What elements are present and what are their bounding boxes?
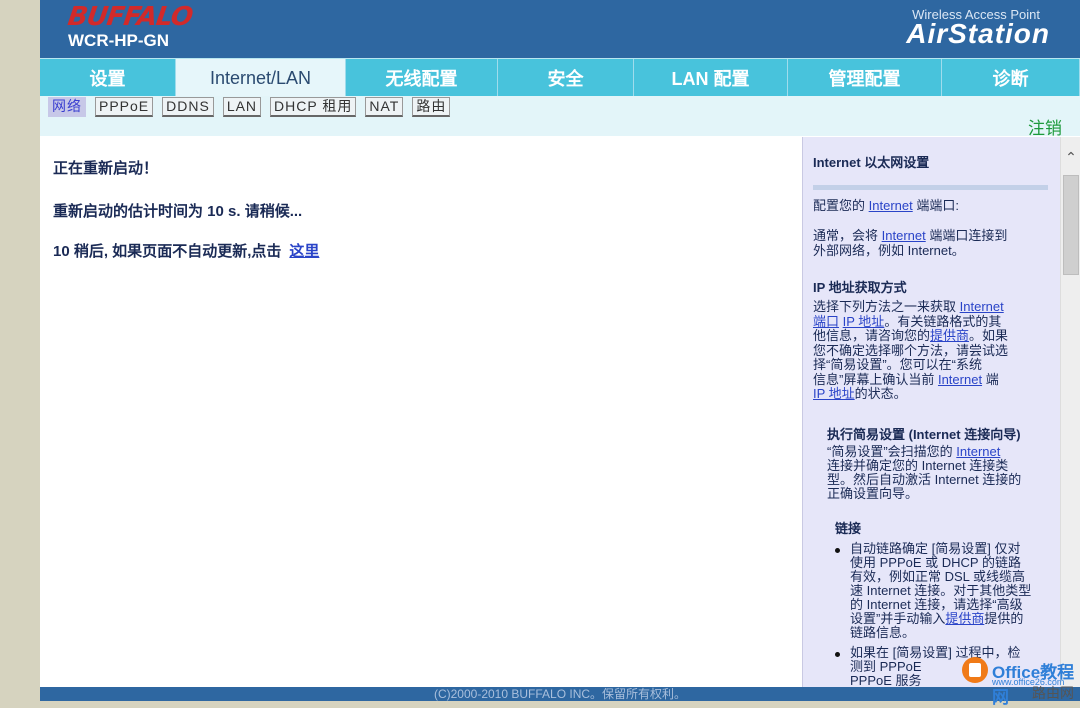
refresh-hint-text: 10 稍后, 如果页面不自动更新,点击 <box>53 243 282 260</box>
help-para-easy-setup: “简易设置”会扫描您的 Internet 连接并确定您的 Internet 连接… <box>827 444 1022 501</box>
subtab-pppoe[interactable]: PPPoE <box>95 97 154 117</box>
help-link-provider[interactable]: 提供商 <box>945 611 984 626</box>
subtab-dhcp-lease[interactable]: DHCP 租用 <box>270 97 357 117</box>
help-link-internet[interactable]: Internet <box>938 372 982 387</box>
subtab-routing[interactable]: 路由 <box>412 97 451 117</box>
scroll-thumb[interactable] <box>1063 175 1079 275</box>
help-link-provider[interactable]: 提供商 <box>930 328 969 343</box>
help-bullet-1: 自动链路确定 [简易设置] 仅对 使用 PPPoE 或 DHCP 的链路 有效，… <box>850 541 1032 640</box>
subtab-lan[interactable]: LAN <box>222 97 262 117</box>
tab-internet-lan[interactable]: Internet/LAN <box>176 59 346 97</box>
help-link-port[interactable]: 端口 <box>813 314 839 329</box>
help-divider <box>813 185 1048 190</box>
subtab-ddns[interactable]: DDNS <box>162 97 214 117</box>
logout-link[interactable]: 注销 <box>1028 114 1062 139</box>
restart-estimate: 重新启动的估计时间为 10 s. 请稍候... <box>53 203 303 220</box>
scroll-up-icon[interactable]: ⌃ <box>1061 149 1080 167</box>
product-logo: AirStation <box>906 18 1050 49</box>
refresh-link[interactable]: 这里 <box>289 243 319 260</box>
help-link-internet[interactable]: Internet <box>869 198 913 213</box>
help-link-internet[interactable]: Internet <box>882 228 926 243</box>
main-nav: 设置 Internet/LAN 无线配置 安全 LAN 配置 管理配置 诊断 <box>40 58 1080 97</box>
restart-message: 正在重新启动！ <box>53 160 159 177</box>
help-link-internet[interactable]: Internet <box>956 444 1000 459</box>
tab-wireless[interactable]: 无线配置 <box>346 59 498 97</box>
router-page: BUFFALO WCR-HP-GN Wireless Access Point … <box>40 0 1080 701</box>
tab-setup[interactable]: 设置 <box>40 59 176 97</box>
help-section-ip: IP 地址获取方式 <box>813 280 907 295</box>
model-name: WCR-HP-GN <box>68 31 170 50</box>
brand-logo: BUFFALO <box>65 2 195 32</box>
sub-nav: 网络 PPPoE DDNS LAN DHCP 租用 NAT 路由 注销 <box>40 96 1080 139</box>
help-section-link: 链接 <box>835 521 862 536</box>
help-title: Internet 以太网设置 <box>813 155 930 170</box>
office-logo-icon <box>962 657 988 683</box>
subtab-network[interactable]: 网络 <box>48 97 86 117</box>
help-section-easy-setup: 执行简易设置 (Internet 连接向导) <box>827 427 1021 442</box>
watermark: Office教程网 www.office26.com 路由网 <box>920 650 1080 707</box>
bullet-icon <box>835 652 840 657</box>
help-scrollbar[interactable]: ⌃ <box>1060 137 1080 687</box>
header: BUFFALO WCR-HP-GN Wireless Access Point … <box>40 0 1080 58</box>
help-link-ip[interactable]: IP 地址 <box>843 314 885 329</box>
tab-diagnostic[interactable]: 诊断 <box>942 59 1080 97</box>
help-para-usually: 通常，会将 Internet 端端口连接到 外部网络，例如 Internet。 <box>813 228 1008 258</box>
watermark-sub: 路由网 <box>1032 685 1074 701</box>
help-para-ip: 选择下列方法之一来获取 Internet 端口 IP 地址。有关链路格式的其 他… <box>813 299 1009 401</box>
help-para-configure: 配置您的 Internet 端端口: <box>813 198 959 213</box>
help-panel: Internet 以太网设置 配置您的 Internet 端端口: 通常，会将 … <box>802 137 1061 687</box>
main-content: 正在重新启动！ 重新启动的估计时间为 10 s. 请稍候... 10 稍后, 如… <box>40 137 801 687</box>
tab-admin[interactable]: 管理配置 <box>788 59 942 97</box>
subtab-nat[interactable]: NAT <box>365 97 404 117</box>
help-link-internet[interactable]: Internet <box>960 299 1004 314</box>
tab-lan-config[interactable]: LAN 配置 <box>634 59 788 97</box>
help-link-ip[interactable]: IP 地址 <box>813 386 855 401</box>
tab-security[interactable]: 安全 <box>498 59 634 97</box>
refresh-hint: 10 稍后, 如果页面不自动更新,点击 这里 <box>53 240 319 261</box>
bullet-icon <box>835 548 840 553</box>
